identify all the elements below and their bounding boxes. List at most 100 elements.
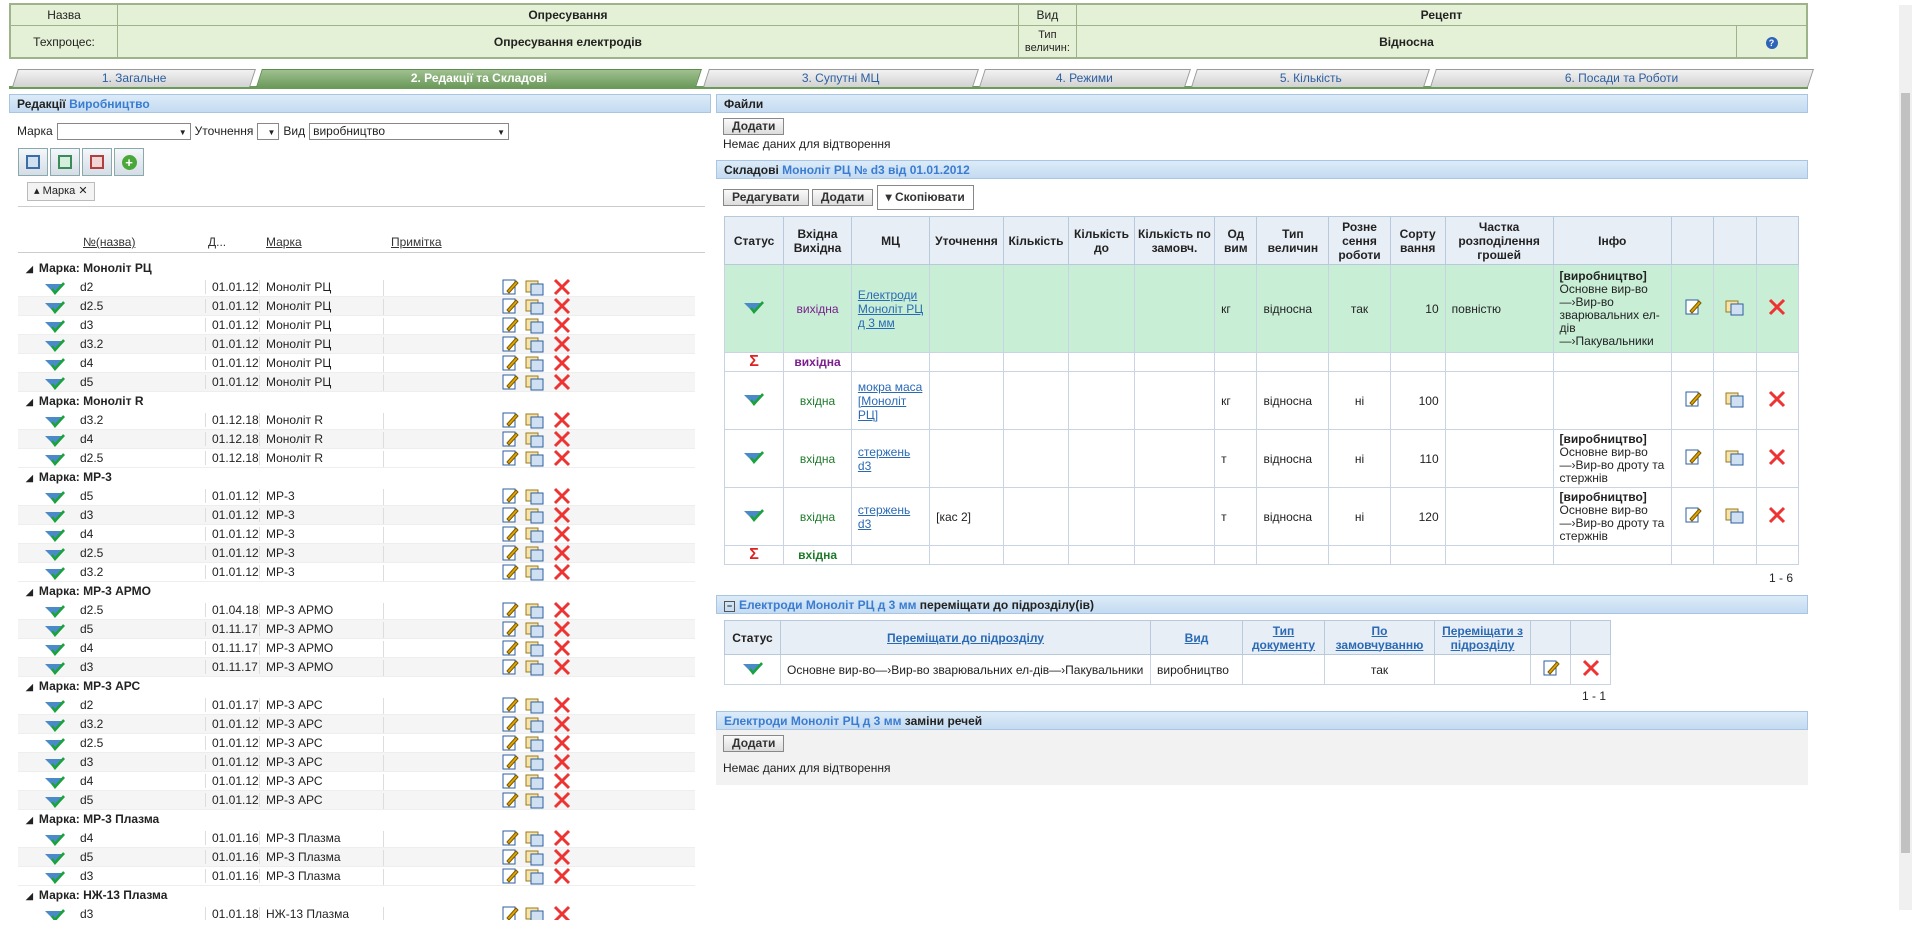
edition-row[interactable]: d4 01.12.18 Моноліт R: [18, 430, 695, 449]
repl-add-button[interactable]: Додати: [723, 735, 785, 752]
vid-select[interactable]: виробництво: [309, 122, 510, 140]
edit-icon[interactable]: [501, 525, 519, 546]
copy-icon[interactable]: [1713, 487, 1757, 546]
copy-icon[interactable]: [525, 506, 545, 527]
delete-icon[interactable]: [553, 601, 571, 622]
edition-row[interactable]: d3.2 01.01.12 МР-3 АРС: [18, 715, 695, 734]
delete-icon[interactable]: [553, 620, 571, 641]
edition-row[interactable]: d2.5 01.01.12 Моноліт РЦ: [18, 297, 695, 316]
group-chip[interactable]: ▴ Марка ✕: [27, 182, 95, 201]
copy-icon[interactable]: [525, 354, 545, 375]
edit-icon[interactable]: [501, 297, 519, 318]
copy-icon[interactable]: [1713, 264, 1757, 353]
group-header[interactable]: ◢ Марка: МР-3: [18, 468, 695, 487]
copy-icon[interactable]: [525, 658, 545, 679]
mc-link[interactable]: стержень d3: [850, 487, 931, 546]
copy-icon[interactable]: [525, 905, 545, 920]
tab-positions[interactable]: 6. Посади та Роботи: [1430, 69, 1814, 87]
edition-row[interactable]: d4 01.01.12 МР-3: [18, 525, 695, 544]
edition-row[interactable]: d4 01.11.17 МР-3 АРМО: [18, 639, 695, 658]
edit-icon[interactable]: [501, 506, 519, 527]
copy-icon[interactable]: [525, 525, 545, 546]
group-header[interactable]: ◢ Марка: МР-3 АРМО: [18, 582, 695, 601]
edit-icon[interactable]: [501, 639, 519, 660]
copy-icon[interactable]: [525, 373, 545, 394]
delete-icon[interactable]: [553, 829, 571, 850]
edit-icon[interactable]: [501, 449, 519, 470]
copy-icon[interactable]: [525, 753, 545, 774]
edit-icon[interactable]: [1530, 654, 1571, 685]
help-icon[interactable]: ?: [1736, 25, 1807, 58]
edit-icon[interactable]: [1670, 264, 1715, 353]
tab-editions[interactable]: 2. Редакції та Складові: [256, 69, 702, 87]
edit-icon[interactable]: [501, 848, 519, 869]
add-button[interactable]: Додати: [811, 189, 874, 206]
delete-icon[interactable]: [553, 487, 571, 508]
delete-icon[interactable]: [553, 563, 571, 584]
edition-row[interactable]: d3 01.11.17 МР-3 АРМО: [18, 658, 695, 677]
edition-row[interactable]: d2.5 01.01.12 МР-3 АРС: [18, 734, 695, 753]
delete-icon[interactable]: [553, 335, 571, 356]
copy-icon[interactable]: [525, 335, 545, 356]
delete-icon[interactable]: [553, 658, 571, 679]
delete-icon[interactable]: [553, 411, 571, 432]
edition-row[interactable]: d5 01.01.12 Моноліт РЦ: [18, 373, 695, 392]
delete-icon[interactable]: [553, 753, 571, 774]
delete-icon[interactable]: [553, 905, 571, 920]
edition-row[interactable]: d3 01.01.12 МР-3: [18, 506, 695, 525]
edit-icon[interactable]: [501, 544, 519, 565]
copy-icon[interactable]: [525, 278, 545, 299]
edit-icon[interactable]: [501, 430, 519, 451]
delete-icon[interactable]: [553, 734, 571, 755]
mc-link[interactable]: стержень d3: [850, 429, 931, 488]
edit-icon[interactable]: [501, 829, 519, 850]
copy-icon[interactable]: [525, 430, 545, 451]
copy-icon[interactable]: [525, 544, 545, 565]
edition-row[interactable]: d2.5 01.04.18 МР-3 АРМО: [18, 601, 695, 620]
edition-row[interactable]: d5 01.01.12 МР-3 АРС: [18, 791, 695, 810]
grid-icon-button[interactable]: [18, 148, 48, 176]
edition-row[interactable]: d2.5 01.12.18 Моноліт R: [18, 449, 695, 468]
copy-icon[interactable]: [525, 696, 545, 717]
mc-link[interactable]: Електроди Моноліт РЦ д 3 мм: [850, 264, 931, 353]
component-row[interactable]: вхідна стержень d3 [кас 2] т відносна ні 120 [в…: [723, 487, 1800, 546]
edition-row[interactable]: d3.2 01.01.12 МР-3: [18, 563, 695, 582]
files-add-button[interactable]: Додати: [723, 118, 785, 135]
group-header[interactable]: ◢ Марка: Моноліт РЦ: [18, 259, 695, 278]
move-col-header[interactable]: Вид: [1150, 620, 1243, 655]
move-row[interactable]: Основне вир-во—›Вир-во зварювальних ел-д…: [724, 654, 1611, 685]
delete-icon[interactable]: [553, 772, 571, 793]
copy-icon[interactable]: [525, 829, 545, 850]
edit-button[interactable]: Редагувати: [723, 189, 809, 206]
refresh-grid-button[interactable]: [50, 148, 80, 176]
delete-icon[interactable]: [553, 525, 571, 546]
page-scrollbar[interactable]: [1899, 5, 1912, 910]
delete-icon[interactable]: [553, 715, 571, 736]
copy-icon[interactable]: [525, 848, 545, 869]
edition-row[interactable]: d2.5 01.01.12 МР-3: [18, 544, 695, 563]
copy-icon[interactable]: [525, 867, 545, 888]
edit-icon[interactable]: [501, 715, 519, 736]
edition-row[interactable]: d5 01.01.12 МР-3: [18, 487, 695, 506]
edition-row[interactable]: d3 01.01.12 Моноліт РЦ: [18, 316, 695, 335]
edit-icon[interactable]: [501, 905, 519, 920]
edit-icon[interactable]: [501, 753, 519, 774]
edition-row[interactable]: d5 01.01.16 МР-3 Плазма: [18, 848, 695, 867]
delete-icon[interactable]: [1570, 654, 1611, 685]
edition-row[interactable]: d2 01.01.17 МР-3 АРС: [18, 696, 695, 715]
edit-icon[interactable]: [501, 620, 519, 641]
move-col-header[interactable]: Тип документу: [1242, 620, 1325, 655]
copy-icon[interactable]: [525, 639, 545, 660]
move-col-header[interactable]: По замовчуванню: [1324, 620, 1435, 655]
copy-icon[interactable]: [525, 487, 545, 508]
col-marka[interactable]: Марка: [266, 235, 302, 249]
tab-quantity[interactable]: 5. Кількість: [1191, 69, 1430, 87]
tab-related[interactable]: 3. Супутні МЦ: [703, 69, 979, 87]
marka-select[interactable]: [56, 122, 191, 140]
delete-icon[interactable]: [553, 316, 571, 337]
copy-button[interactable]: ▾ Скопіювати: [876, 185, 974, 210]
delete-icon[interactable]: [553, 373, 571, 394]
delete-icon[interactable]: [553, 278, 571, 299]
move-col-header[interactable]: Переміщати до підрозділу: [780, 620, 1151, 655]
edit-icon[interactable]: [501, 791, 519, 812]
